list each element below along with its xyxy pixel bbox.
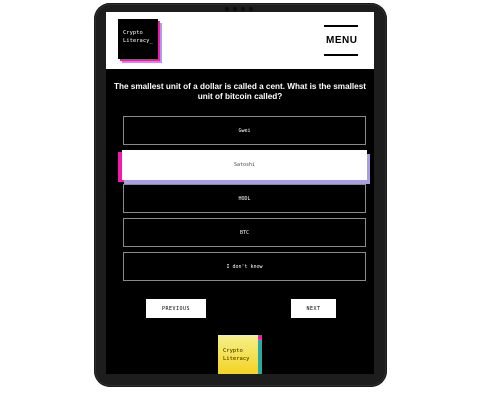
camera-dot	[225, 7, 229, 11]
badge-text-line1: Crypto	[223, 348, 243, 354]
camera-dot	[233, 7, 237, 11]
logo-box: Crypto Literacy_	[118, 19, 158, 59]
option-label: I don't know	[226, 263, 263, 270]
answer-option-gwei[interactable]: Gwei	[123, 116, 366, 145]
badge-box: Crypto Literacy	[218, 335, 258, 374]
option-label: HODL	[238, 195, 251, 202]
camera-dot	[241, 7, 245, 11]
next-button[interactable]: NEXT	[291, 299, 336, 318]
answer-option-satoshi[interactable]: Satoshi	[122, 150, 367, 180]
previous-button[interactable]: PREVIOUS	[146, 299, 206, 318]
answer-option-dont-know[interactable]: I don't know	[123, 252, 366, 281]
camera-dot	[249, 7, 253, 11]
menu-icon-top-line	[324, 25, 358, 27]
answer-option-btc[interactable]: BTC	[123, 218, 366, 247]
menu-button[interactable]: MENU	[324, 25, 360, 57]
badge-shadow	[258, 339, 262, 374]
answer-option-hodl[interactable]: HODL	[123, 184, 366, 213]
option-label: BTC	[239, 229, 250, 236]
app-screen: Crypto Literacy_ MENU The smallest unit …	[106, 12, 374, 374]
question-text: The smallest unit of a dollar is called …	[113, 82, 367, 101]
badge-text-line2: Literacy	[223, 356, 250, 362]
option-label: Satoshi	[233, 162, 256, 168]
menu-label: MENU	[326, 35, 358, 46]
menu-icon-bottom-line	[324, 54, 358, 56]
site-header: Crypto Literacy_ MENU	[106, 12, 374, 69]
logo-text-line2: Literacy_	[123, 38, 153, 44]
logo[interactable]: Crypto Literacy_	[118, 19, 162, 63]
option-label: Gwei	[238, 127, 251, 134]
footer-badge[interactable]: Crypto Literacy	[218, 335, 262, 374]
logo-text-line1: Crypto	[123, 30, 143, 36]
